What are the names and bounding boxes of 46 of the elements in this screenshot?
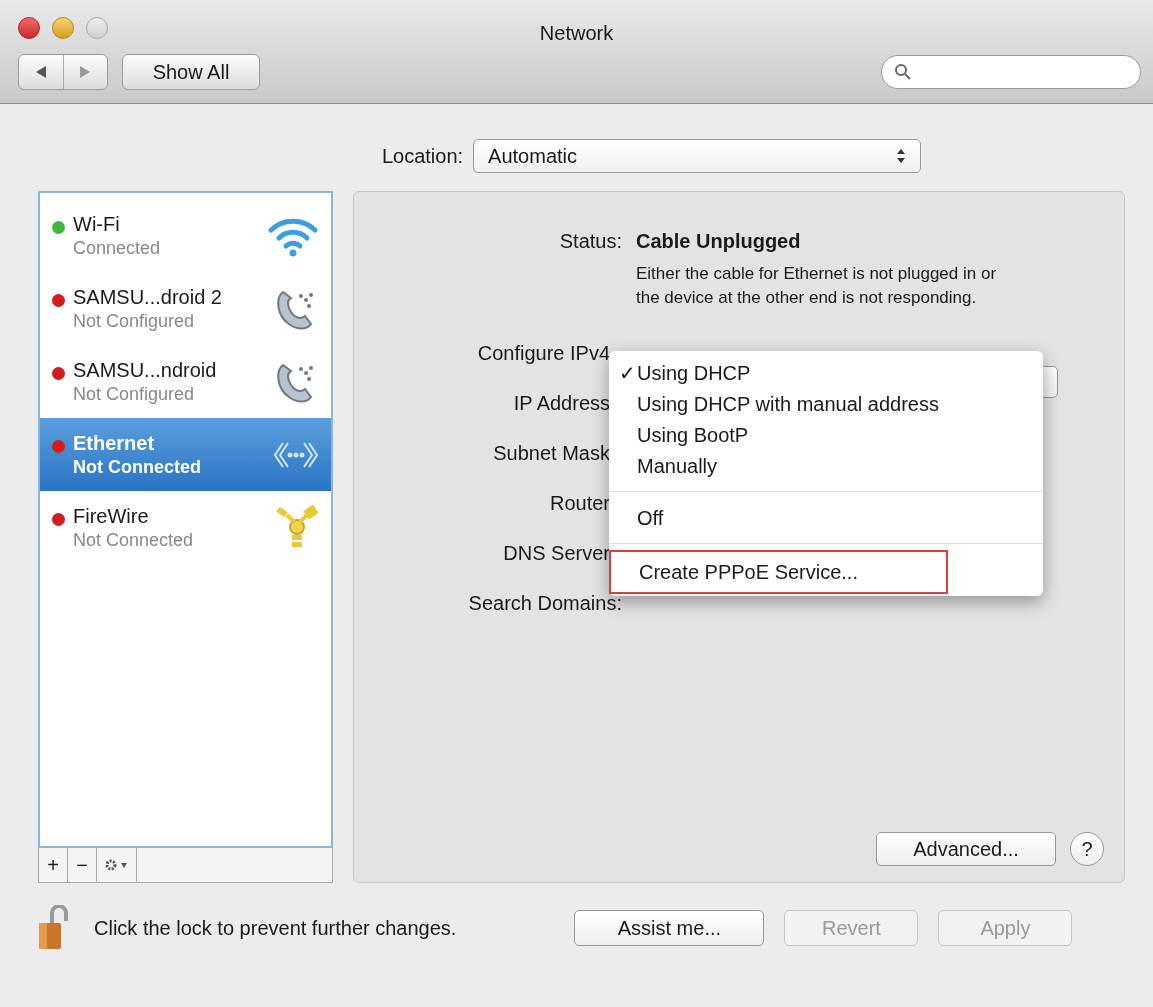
advanced-button[interactable]: Advanced...	[876, 832, 1056, 866]
gear-icon	[103, 858, 130, 872]
service-name: Ethernet	[73, 430, 156, 455]
service-status: Not Configured	[73, 309, 196, 333]
search-field[interactable]	[881, 55, 1141, 89]
status-value: Cable Unplugged	[636, 229, 801, 254]
status-label: Status:	[558, 229, 622, 254]
up-down-caret-icon	[896, 148, 907, 164]
service-name: SAMSU...droid 2	[73, 284, 223, 309]
remove-button[interactable]: −	[68, 848, 97, 882]
service-name: FireWire	[73, 503, 150, 528]
menu-item[interactable]: ✓Using DHCP	[609, 357, 1043, 388]
service-item[interactable]: FireWire Not Connected	[40, 491, 331, 564]
status-description: Either the cable for Ethernet is not plugged in or the device at the other end is not responding.	[636, 263, 998, 309]
field-label: Subnet Mask	[492, 441, 610, 462]
footer-button[interactable]: Assist me...	[574, 910, 765, 946]
field-label: IP Address	[512, 391, 610, 412]
menu-item[interactable]: Manually	[609, 450, 1043, 481]
menu-item[interactable]: Off	[609, 502, 1043, 533]
lock-message: Click the lock to prevent further changes.	[94, 916, 457, 941]
service-status: Not Connected	[73, 455, 202, 479]
service-item[interactable]: SAMSU...droid 2 Not Configured	[40, 272, 331, 345]
window-title: Network	[539, 21, 614, 46]
location-label: Location:	[381, 144, 464, 169]
service-item[interactable]: Ethernet Not Connected	[40, 418, 331, 491]
service-item[interactable]: SAMSU...ndroid Not Configured	[40, 345, 331, 418]
service-item[interactable]: Wi-Fi Connected	[40, 199, 331, 272]
check-mark: ✓	[619, 361, 636, 384]
service-status: Connected	[73, 236, 162, 260]
service-name: SAMSU...ndroid	[73, 357, 218, 382]
location-select[interactable]: Automatic	[473, 139, 922, 173]
open-lock-icon[interactable]	[38, 905, 68, 951]
field-label: DNS Server	[502, 541, 610, 562]
field-label: Search Domains:	[467, 591, 622, 612]
menu-item[interactable]: Create PPPoE Service...	[609, 550, 948, 594]
show-all-button[interactable]: Show All	[122, 54, 260, 90]
field-label: Router	[548, 491, 610, 512]
search-icon	[894, 63, 912, 81]
service-status: Not Configured	[73, 382, 196, 406]
field-label: Configure IPv4	[476, 341, 610, 362]
menu-item[interactable]: Using DHCP with manual address	[609, 388, 1043, 419]
service-name: Wi-Fi	[73, 211, 121, 236]
service-status: Not Connected	[73, 528, 195, 552]
help-button[interactable]: ?	[1070, 832, 1104, 866]
menu-item[interactable]: Using BootP	[609, 419, 1043, 450]
add-button[interactable]: +	[39, 848, 68, 882]
